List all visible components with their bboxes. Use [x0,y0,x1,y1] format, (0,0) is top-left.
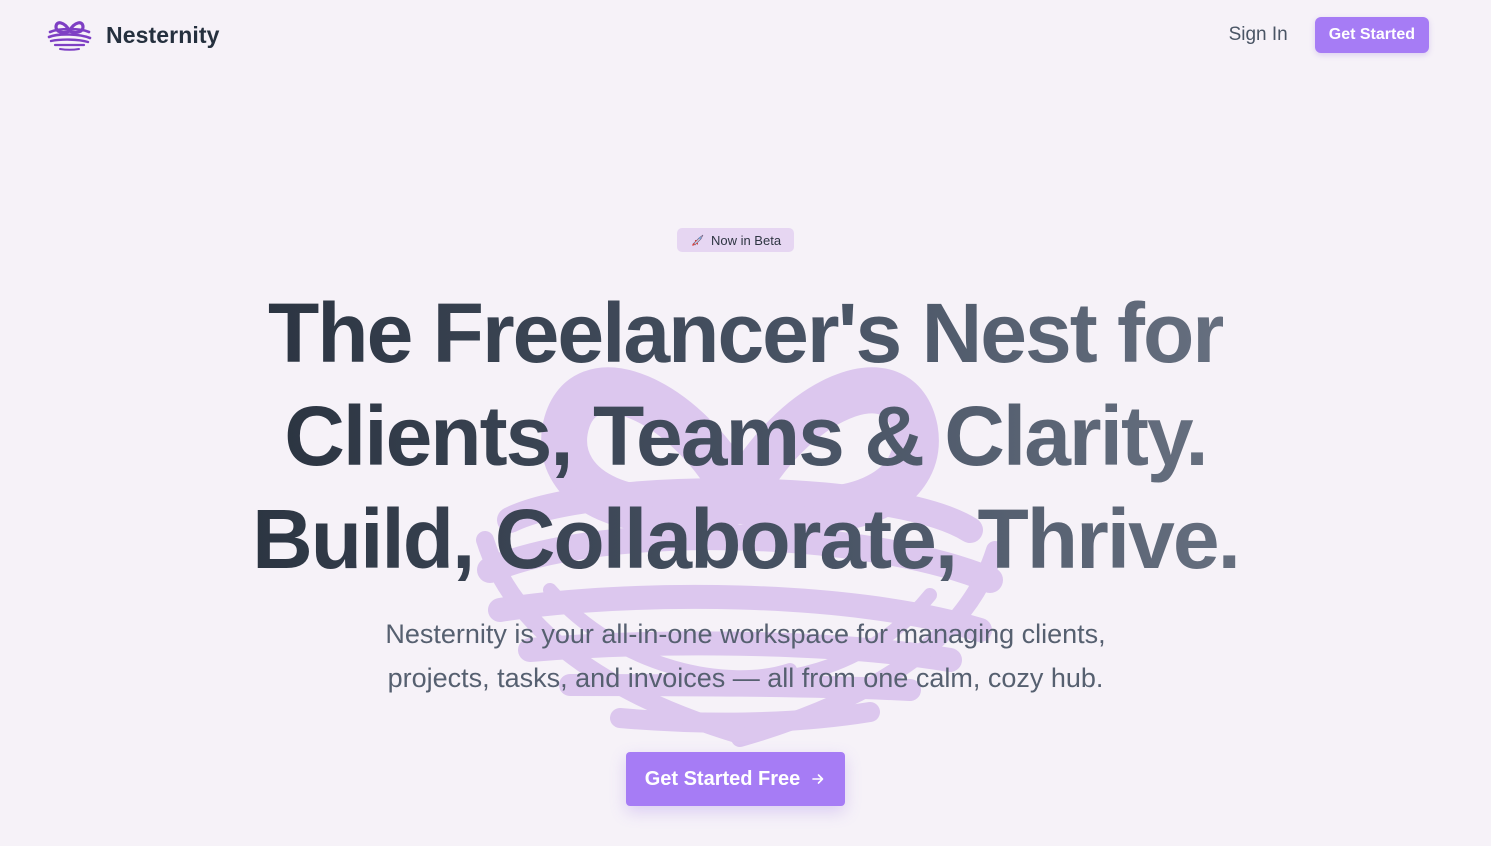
hero-subheadline: Nesternity is your all-in-one workspace … [0,612,1491,700]
headline-line-3: Build, Collaborate, Thrive. [252,492,1241,586]
hero-section: Now in Beta The Freelancer's Nest for Cl… [0,0,1491,846]
hero-headline: The Freelancer's Nest for Clients, Teams… [0,282,1491,591]
get-started-free-label: Get Started Free [644,767,801,790]
headline-line-1: The Freelancer's Nest for [267,286,1225,380]
landing-page: Nesternity Sign In Get Started Now in Be… [0,0,1491,846]
get-started-free-button[interactable]: Get Started Free [626,752,845,806]
arrow-right-icon [812,774,824,784]
headline-line-2: Clients, Teams & Clarity. [284,389,1209,483]
subheadline-line-1: Nesternity is your all-in-one workspace … [385,619,1106,649]
subheadline-line-2: projects, tasks, and invoices — all from… [387,663,1104,693]
beta-badge: Now in Beta [677,228,794,252]
rocket-icon [691,234,704,246]
beta-badge-label: Now in Beta [710,232,782,248]
